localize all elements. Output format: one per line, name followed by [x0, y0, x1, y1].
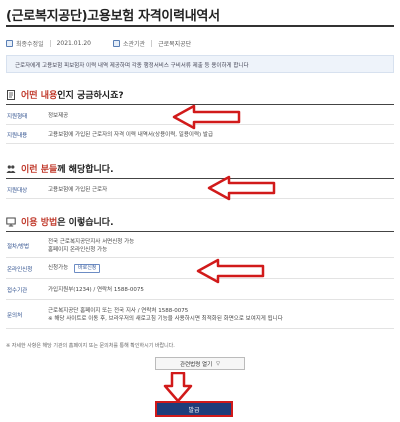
table-row: 절차/방법 전국 근로복지공단지사 서면신청 가능 홈페이지 온라인신청 가능 — [6, 234, 394, 258]
section-how-heading: 이용 방법 은 이렇습니다. — [6, 215, 114, 228]
left-arrow-annotation — [207, 175, 276, 201]
issue-button[interactable]: 발급 — [155, 401, 233, 417]
table-row: 문의처 근로복지공단 홈페이지 또는 전국 지사 / 연락처 1588-0075… — [6, 301, 394, 329]
section-who-heading: 이런 분들 께 해당합니다. — [6, 162, 114, 175]
updated-date: 최종수정일 2021.01.20 — [6, 39, 91, 48]
monitor-icon — [6, 217, 16, 226]
people-icon — [6, 164, 16, 173]
agency: 소관기관 근로복지공단 — [112, 39, 191, 48]
service-description: 근로자에게 고용보험 피보험자 이력 내역 제공하며 각종 행정서비스 구비서류… — [6, 55, 394, 73]
apply-now-link[interactable]: 바로신청 — [74, 264, 101, 273]
calendar-icon — [6, 39, 13, 47]
left-arrow-annotation — [172, 104, 241, 130]
title-divider — [6, 25, 394, 27]
left-arrow-annotation — [196, 258, 265, 284]
footnote: ※ 자세한 사항은 해당 기관의 홈페이지 또는 문의처를 통해 확인하시기 바… — [6, 343, 175, 349]
table-row: 지원대상 고용보험에 가입된 근로자 — [6, 181, 394, 199]
meta-row: 최종수정일 2021.01.20 소관기관 근로복지공단 — [6, 33, 394, 53]
document-icon — [7, 89, 15, 100]
building-icon — [112, 39, 120, 47]
related-laws-button[interactable]: 관련법령 열기 ▽ — [155, 357, 245, 370]
section-what-heading: 어떤 내용 인지 궁금하시죠? — [6, 88, 124, 101]
chevron-down-icon: ▽ — [216, 360, 220, 367]
down-arrow-annotation — [163, 372, 193, 402]
page-title: (근로복지공단)고용보험 자격이력내역서 — [6, 9, 220, 24]
